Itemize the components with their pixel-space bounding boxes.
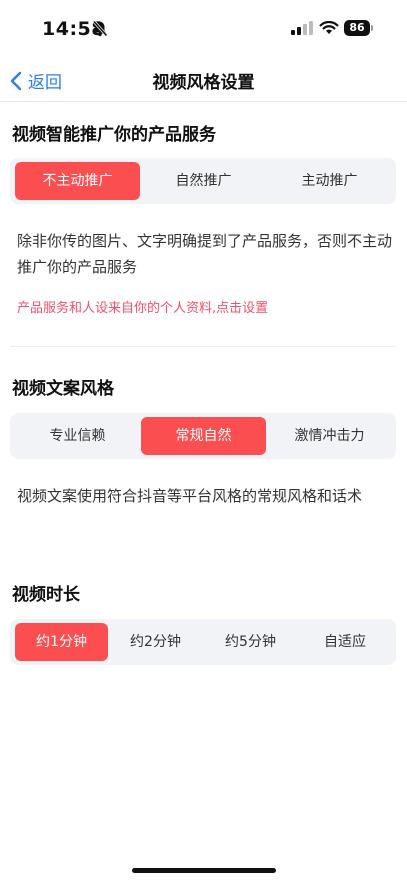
copy-style-option-natural[interactable]: 常规自然 [141,417,266,455]
wifi-icon [319,21,339,34]
cellular-signal-icon [291,21,313,35]
promo-option-none[interactable]: 不主动推广 [15,162,140,200]
nav-bar: 返回 视频风格设置 [0,62,407,102]
copy-style-description: 视频文案使用符合抖音等平台风格的常规风格和话术 [17,487,363,505]
battery-indicator: 86 [344,20,370,36]
copy-style-option-professional[interactable]: 专业信赖 [15,417,140,455]
page-title: 视频风格设置 [152,73,255,93]
duration-option-2min[interactable]: 约2分钟 [108,623,203,661]
duration-option-1min[interactable]: 约1分钟 [15,623,108,661]
copy-style-section-title: 视频文案风格 [12,379,114,399]
promo-hint-text: 产品服务和人设来自你的个人资料, [17,301,217,316]
status-bar: 14:58 86 [0,0,407,62]
home-indicator[interactable] [132,868,276,873]
duration-option-adaptive[interactable]: 自适应 [298,623,392,661]
duration-option-5min[interactable]: 约5分钟 [203,623,298,661]
promo-option-active[interactable]: 主动推广 [267,162,392,200]
promo-description: 除非你传的图片、文字明确提到了产品服务，否则不主动推广你的产品服务 [17,232,393,276]
promo-option-natural[interactable]: 自然推广 [140,162,267,200]
settings-link[interactable]: 点击设置 [216,301,268,316]
promo-section-title: 视频智能推广你的产品服务 [12,125,216,145]
copy-style-segmented-control: 专业信赖 常规自然 激情冲击力 [10,413,396,459]
promo-hint: 产品服务和人设来自你的个人资料,点击设置 [17,297,268,316]
duration-segmented-control: 约1分钟 约2分钟 约5分钟 自适应 [10,619,396,665]
copy-style-option-passionate[interactable]: 激情冲击力 [267,417,392,455]
duration-section-title: 视频时长 [12,585,80,605]
battery-tip [371,25,373,31]
promo-segmented-control: 不主动推广 自然推广 主动推广 [10,158,396,204]
section-divider [10,346,396,347]
bell-muted-icon [92,20,108,37]
